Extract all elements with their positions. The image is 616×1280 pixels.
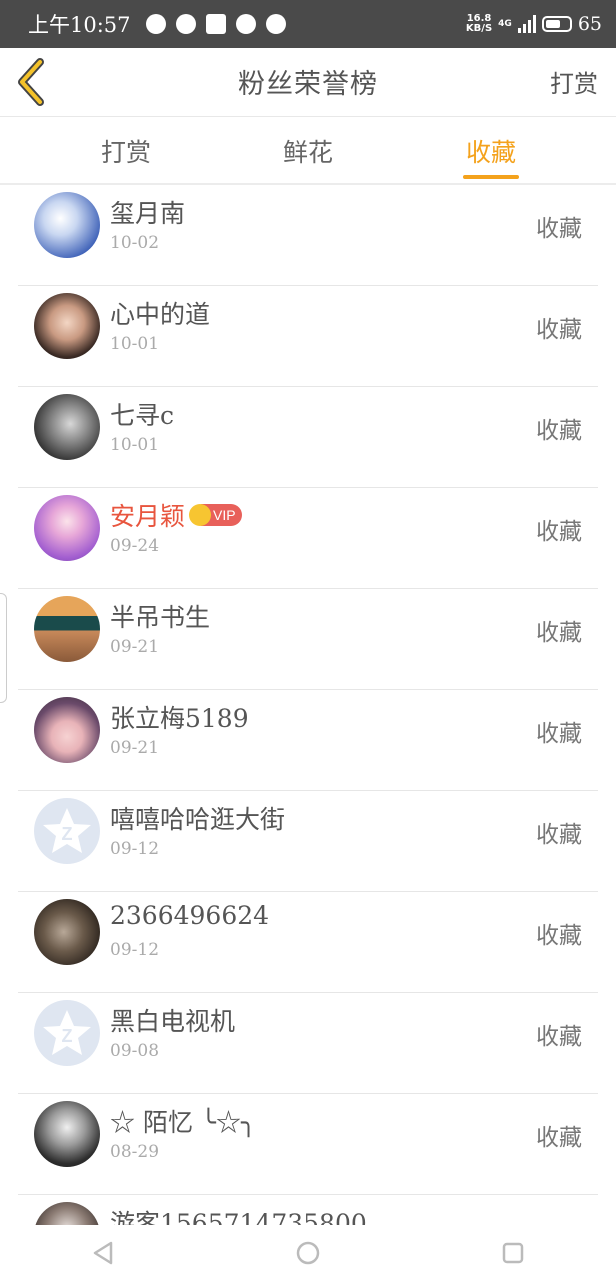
square-recents-icon bbox=[503, 1242, 524, 1263]
tab-reward[interactable]: 打赏 bbox=[66, 133, 186, 169]
crown-icon bbox=[189, 504, 212, 526]
side-drawer-handle[interactable] bbox=[0, 593, 7, 703]
network-speed: 16.8 KB/S bbox=[466, 14, 492, 34]
nav-recents-button[interactable] bbox=[483, 1233, 543, 1273]
svg-text:Z: Z bbox=[62, 1026, 73, 1046]
message-icon bbox=[145, 14, 166, 34]
fan-date: 09-12 bbox=[110, 839, 160, 859]
tab-flowers[interactable]: 鲜花 bbox=[248, 133, 368, 169]
header: 粉丝荣誉榜 打赏 bbox=[0, 48, 616, 117]
favorite-label: 收藏 bbox=[536, 923, 582, 949]
fan-date: 10-01 bbox=[110, 435, 160, 455]
signal-type: 4G bbox=[498, 19, 512, 29]
signal-bars-icon bbox=[517, 15, 536, 33]
network-speed-unit: KB/S bbox=[465, 23, 493, 34]
favorite-label: 收藏 bbox=[536, 1024, 582, 1050]
favorite-label: 收藏 bbox=[536, 1125, 582, 1151]
fan-date: 09-21 bbox=[110, 637, 160, 657]
list-item[interactable]: 七寻c 10-01 收藏 bbox=[18, 387, 598, 488]
avatar bbox=[34, 596, 100, 662]
circle-home-icon bbox=[296, 1241, 320, 1264]
fan-date: 10-02 bbox=[110, 233, 160, 253]
avatar bbox=[34, 899, 100, 965]
battery-level: 65 bbox=[577, 13, 602, 35]
page-title: 粉丝荣誉榜 bbox=[238, 69, 378, 100]
fan-date: 09-21 bbox=[110, 738, 160, 758]
list-item[interactable]: 心中的道 10-01 收藏 bbox=[18, 286, 598, 387]
nav-back-button[interactable] bbox=[73, 1233, 133, 1273]
vip-badge: VIP bbox=[189, 504, 242, 526]
avatar bbox=[34, 495, 100, 561]
fan-name: 黑白电视机 bbox=[110, 1007, 236, 1036]
battery-icon bbox=[541, 16, 572, 32]
list-item[interactable]: 玺月南 10-02 收藏 bbox=[18, 185, 598, 286]
status-time: 上午10:57 bbox=[28, 13, 131, 37]
tab-bar: 打赏 鲜花 收藏 bbox=[0, 117, 616, 185]
fan-name: ☆ 陌忆 ╰☆╮ bbox=[110, 1108, 256, 1137]
triangle-back-icon bbox=[93, 1241, 112, 1264]
reward-button[interactable]: 打赏 bbox=[550, 64, 598, 99]
fan-list: 玺月南 10-02 收藏 心中的道 10-01 收藏 七寻c 10-01 收藏 … bbox=[0, 185, 616, 1225]
system-nav-bar bbox=[0, 1225, 616, 1280]
avatar bbox=[34, 192, 100, 258]
avatar bbox=[34, 1101, 100, 1167]
fan-name: 2366496624 bbox=[110, 901, 270, 930]
svg-text:Z: Z bbox=[62, 824, 73, 844]
avatar bbox=[34, 394, 100, 460]
fan-date: 09-24 bbox=[110, 536, 160, 556]
list-item[interactable]: 张立梅5189 09-21 收藏 bbox=[18, 690, 598, 791]
app-notification-icon bbox=[235, 14, 256, 34]
fan-date: 10-01 bbox=[110, 334, 160, 354]
favorite-label: 收藏 bbox=[536, 519, 582, 545]
fan-date: 09-08 bbox=[110, 1041, 160, 1061]
fan-name: 张立梅5189 bbox=[110, 704, 249, 733]
default-avatar-icon: Z bbox=[34, 1000, 100, 1066]
fan-name-vip: 安月颖 VIP bbox=[110, 497, 242, 533]
list-item[interactable]: 2366496624 09-12 收藏 bbox=[18, 892, 598, 993]
default-avatar-icon: Z bbox=[34, 798, 100, 864]
status-bar: 上午10:57 16.8 KB/S 4G 65 bbox=[0, 0, 616, 48]
list-item[interactable]: 游客1565714735800 bbox=[18, 1195, 598, 1225]
favorite-label: 收藏 bbox=[536, 620, 582, 646]
list-item[interactable]: Z 黑白电视机 09-08 收藏 bbox=[18, 993, 598, 1094]
fan-name: 玺月南 bbox=[110, 199, 186, 228]
list-item[interactable]: 半吊书生 09-21 收藏 bbox=[18, 589, 598, 690]
favorite-label: 收藏 bbox=[536, 418, 582, 444]
list-item[interactable]: 安月颖 VIP 09-24 收藏 bbox=[18, 488, 598, 589]
bird-icon bbox=[265, 14, 286, 34]
notes-icon bbox=[205, 14, 226, 34]
fan-name: 安月颖 bbox=[110, 502, 186, 531]
fan-name: 半吊书生 bbox=[110, 603, 211, 632]
favorite-label: 收藏 bbox=[536, 721, 582, 747]
favorite-label: 收藏 bbox=[536, 822, 582, 848]
avatar bbox=[34, 697, 100, 763]
fan-name: 游客1565714735800 bbox=[110, 1209, 367, 1225]
favorite-label: 收藏 bbox=[536, 317, 582, 343]
active-tab-indicator bbox=[463, 175, 519, 179]
list-item[interactable]: ☆ 陌忆 ╰☆╮ 08-29 收藏 bbox=[18, 1094, 598, 1195]
fan-date: 09-12 bbox=[110, 940, 160, 960]
fan-name: 七寻c bbox=[110, 401, 175, 430]
fan-name: 嘻嘻哈哈逛大街 bbox=[110, 805, 286, 834]
nav-home-button[interactable] bbox=[278, 1233, 338, 1273]
fan-date: 08-29 bbox=[110, 1142, 160, 1162]
tab-favorites[interactable]: 收藏 bbox=[431, 133, 551, 169]
wechat-icon bbox=[175, 14, 196, 34]
favorite-label: 收藏 bbox=[536, 216, 582, 242]
list-item[interactable]: Z 嘻嘻哈哈逛大街 09-12 收藏 bbox=[18, 791, 598, 892]
avatar bbox=[34, 293, 100, 359]
fan-name: 心中的道 bbox=[110, 300, 211, 329]
avatar bbox=[34, 1202, 100, 1225]
